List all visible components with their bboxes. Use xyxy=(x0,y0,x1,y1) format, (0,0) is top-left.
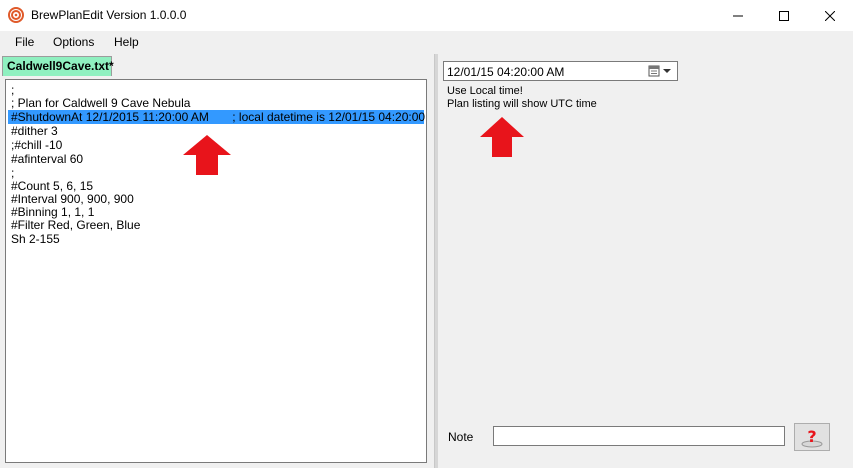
editor-line-selected: #ShutdownAt 12/1/2015 11:20:00 AM ; loca… xyxy=(8,110,425,124)
details-pane: 12/01/15 04:20:00 AM Use Local time! Pla… xyxy=(438,54,853,468)
window-title: BrewPlanEdit Version 1.0.0.0 xyxy=(31,8,187,22)
up-arrow-icon xyxy=(183,135,231,175)
datetime-picker[interactable]: 12/01/15 04:20:00 AM xyxy=(443,61,678,81)
utc-time-message: Plan listing will show UTC time xyxy=(447,98,597,110)
editor-line: #Filter Red, Green, Blue xyxy=(11,218,141,232)
title-bar: BrewPlanEdit Version 1.0.0.0 xyxy=(0,0,853,31)
svg-text:?: ? xyxy=(807,427,816,446)
editor-line: #afinterval 60 xyxy=(11,152,84,166)
editor-line: Sh 2-155 xyxy=(11,232,60,246)
editor-pane: Caldwell9Cave.txt* ; ; Plan for Caldwell… xyxy=(0,54,434,468)
target-icon xyxy=(8,7,24,23)
up-arrow-icon xyxy=(480,117,524,157)
help-question-icon: ? xyxy=(801,427,823,448)
menu-bar: File Options Help xyxy=(0,31,853,53)
maximize-icon xyxy=(779,10,789,21)
note-label: Note xyxy=(448,430,474,444)
editor-line: ; xyxy=(11,166,15,180)
close-icon xyxy=(825,10,835,21)
help-button[interactable]: ? xyxy=(794,423,830,451)
editor-line: ; Plan for Caldwell 9 Cave Nebula xyxy=(11,96,191,110)
note-input[interactable] xyxy=(493,426,785,446)
datetime-value: 12/01/15 04:20:00 AM xyxy=(447,65,565,79)
local-time-message: Use Local time! xyxy=(447,85,523,97)
minimize-button[interactable] xyxy=(715,0,761,31)
editor-line: ;#chill -10 xyxy=(11,138,63,152)
editor-line: #Count 5, 6, 15 xyxy=(11,179,94,193)
editor-line: #Binning 1, 1, 1 xyxy=(11,205,95,219)
menu-help[interactable]: Help xyxy=(114,35,139,49)
menu-file[interactable]: File xyxy=(15,35,34,49)
menu-options[interactable]: Options xyxy=(53,35,94,49)
maximize-button[interactable] xyxy=(761,0,807,31)
calendar-dropdown-icon[interactable] xyxy=(648,64,674,78)
close-button[interactable] xyxy=(807,0,853,31)
minimize-icon xyxy=(733,15,743,16)
editor-line: ; xyxy=(11,83,15,97)
editor-line: #Interval 900, 900, 900 xyxy=(11,192,134,206)
tab-file[interactable]: Caldwell9Cave.txt* xyxy=(2,56,114,76)
editor-line: #dither 3 xyxy=(11,124,58,138)
